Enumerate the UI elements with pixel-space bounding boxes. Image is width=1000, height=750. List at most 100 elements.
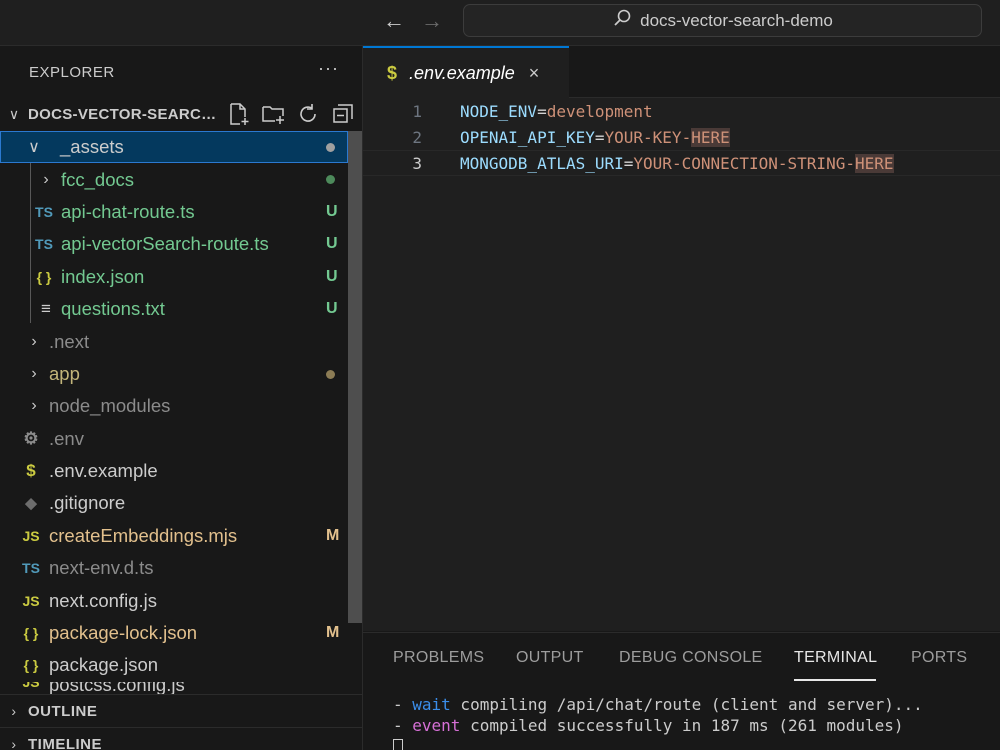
tree-item-next-config[interactable]: JS next.config.js — [0, 584, 348, 616]
tree-item-label: _assets — [60, 136, 124, 158]
workspace-folder-name: DOCS-VECTOR-SEARCH-DEMO — [28, 105, 220, 123]
new-file-icon[interactable] — [226, 102, 250, 126]
editor-tab-bar: $ .env.example × — [363, 46, 1000, 98]
tree-item-node-modules[interactable]: › node_modules — [0, 390, 348, 422]
line-number: 1 — [412, 101, 422, 121]
tab-output[interactable]: OUTPUT — [516, 649, 584, 667]
workspace-folder-header[interactable]: ∨ DOCS-VECTOR-SEARCH-DEMO — [0, 98, 362, 130]
tree-item-api-vectorsearch-route[interactable]: TS api-vectorSearch-route.ts U — [0, 228, 348, 260]
outline-label: OUTLINE — [28, 702, 98, 720]
search-icon — [612, 8, 632, 33]
terminal-cursor[interactable] — [393, 737, 403, 750]
tree-item-label: node_modules — [49, 395, 171, 417]
chevron-right-icon: › — [31, 364, 37, 382]
tree-item-next-folder[interactable]: › .next — [0, 325, 348, 357]
tree-item-next-env-dts[interactable]: TS next-env.d.ts — [0, 552, 348, 584]
tree-item-fcc-docs[interactable]: › fcc_docs — [0, 163, 348, 195]
new-folder-icon[interactable] — [261, 102, 285, 126]
search-text: docs-vector-search-demo — [640, 10, 833, 30]
terminal-line: - event compiled successfully in 187 ms … — [393, 716, 904, 735]
tree-item-package-json[interactable]: { } package.json — [0, 649, 348, 681]
status-dot — [326, 369, 335, 379]
git-status-badge: U — [326, 235, 338, 253]
tree-item-label: index.json — [61, 265, 145, 287]
git-status-badge: U — [326, 300, 338, 318]
code-text: NODE_ENV=development — [460, 101, 653, 121]
dollar-icon: $ — [387, 62, 398, 83]
tab-env-example[interactable]: $ .env.example × — [363, 46, 569, 98]
line-number: 2 — [412, 127, 422, 147]
terminal-line: - wait compiling /api/chat/route (client… — [393, 695, 923, 714]
tree-item-app-folder[interactable]: › app — [0, 358, 348, 390]
bottom-panel: PROBLEMS OUTPUT DEBUG CONSOLE TERMINAL P… — [363, 632, 1000, 750]
javascript-file-icon: JS — [22, 592, 40, 609]
tree-item-assets[interactable]: ∨ _assets — [0, 131, 348, 164]
active-tab-indicator — [794, 679, 876, 681]
sidebar-scrollbar[interactable] — [348, 131, 362, 623]
collapse-all-icon[interactable] — [331, 102, 355, 126]
tab-problems[interactable]: PROBLEMS — [393, 649, 484, 667]
status-dot — [326, 143, 335, 152]
tab-debug-console[interactable]: DEBUG CONSOLE — [619, 649, 763, 667]
typescript-file-icon: TS — [35, 203, 53, 220]
typescript-file-icon: TS — [22, 560, 40, 577]
tree-item-label: next-env.d.ts — [49, 557, 154, 579]
tree-item-label: .gitignore — [49, 492, 126, 514]
tree-item-label: .env.example — [49, 460, 158, 482]
javascript-file-icon: JS — [22, 681, 40, 690]
tree-item-env[interactable]: ⚙ .env — [0, 423, 348, 455]
json-file-icon: { } — [23, 625, 39, 642]
tree-item-index-json[interactable]: { } index.json U — [0, 261, 348, 293]
chevron-right-icon: › — [31, 332, 37, 350]
tree-item-label: api-chat-route.ts — [61, 200, 195, 222]
status-dot — [326, 175, 335, 185]
tree-item-env-example[interactable]: $ .env.example — [0, 455, 348, 487]
chevron-right-icon: › — [11, 703, 17, 719]
code-editor[interactable]: 1 NODE_ENV=development 2 OPENAI_API_KEY=… — [363, 98, 1000, 631]
code-line: 1 NODE_ENV=development — [363, 98, 1000, 124]
tab-ports[interactable]: PORTS — [911, 649, 967, 667]
line-number: 3 — [412, 153, 422, 173]
tree-item-label: createEmbeddings.mjs — [49, 524, 238, 546]
timeline-section-header[interactable]: › TIMELINE — [0, 729, 362, 750]
tree-item-label: .next — [49, 330, 90, 352]
code-line-current: 3 MONGODB_ATLAS_URI=YOUR-CONNECTION-STRI… — [363, 150, 1000, 176]
tree-item-label: fcc_docs — [61, 168, 135, 190]
git-status-badge: U — [326, 267, 338, 285]
outline-section-header[interactable]: › OUTLINE — [0, 696, 362, 726]
chevron-down-icon: ∨ — [28, 139, 40, 157]
file-tree: ∨ _assets › fcc_docs TS api-chat-route.t… — [0, 131, 348, 700]
tree-item-questions-txt[interactable]: ≡ questions.txt U — [0, 293, 348, 325]
git-status-badge: M — [326, 526, 340, 544]
tree-item-label: package-lock.json — [49, 622, 198, 644]
text-file-icon: ≡ — [41, 299, 51, 319]
tree-item-gitignore[interactable]: ◆ .gitignore — [0, 487, 348, 519]
dollar-icon: $ — [26, 461, 36, 481]
refresh-icon[interactable] — [296, 102, 320, 126]
timeline-label: TIMELINE — [28, 735, 102, 750]
tree-item-label: package.json — [49, 654, 159, 676]
section-divider — [0, 694, 362, 695]
section-divider — [0, 727, 362, 728]
close-icon[interactable]: × — [529, 63, 540, 84]
tree-item-label: .env — [49, 427, 84, 449]
tree-item-label: app — [49, 362, 80, 384]
title-bar: ← → docs-vector-search-demo — [0, 0, 1000, 46]
command-center-search[interactable]: docs-vector-search-demo — [463, 4, 982, 37]
git-status-badge: U — [326, 202, 338, 220]
tree-item-api-chat-route[interactable]: TS api-chat-route.ts U — [0, 196, 348, 228]
code-text: OPENAI_API_KEY=YOUR-KEY-HERE — [460, 127, 730, 147]
tree-item-package-lock[interactable]: { } package-lock.json M — [0, 617, 348, 649]
git-status-badge: M — [326, 624, 340, 642]
tab-terminal[interactable]: TERMINAL — [794, 649, 877, 667]
arrow-back-icon[interactable]: ← — [381, 8, 407, 34]
arrow-forward-icon[interactable]: → — [419, 8, 445, 34]
tree-item-create-embeddings[interactable]: JS createEmbeddings.mjs M — [0, 520, 348, 552]
chevron-down-icon: ∨ — [8, 105, 20, 122]
explorer-sidebar: EXPLORER ··· ∨ DOCS-VECTOR-SEARCH-DEMO ∨… — [0, 46, 363, 750]
chevron-right-icon: › — [31, 397, 37, 415]
more-actions-icon[interactable]: ··· — [318, 58, 339, 79]
json-file-icon: { } — [36, 268, 52, 285]
javascript-file-icon: JS — [22, 527, 40, 544]
tree-item-label: questions.txt — [61, 298, 165, 320]
